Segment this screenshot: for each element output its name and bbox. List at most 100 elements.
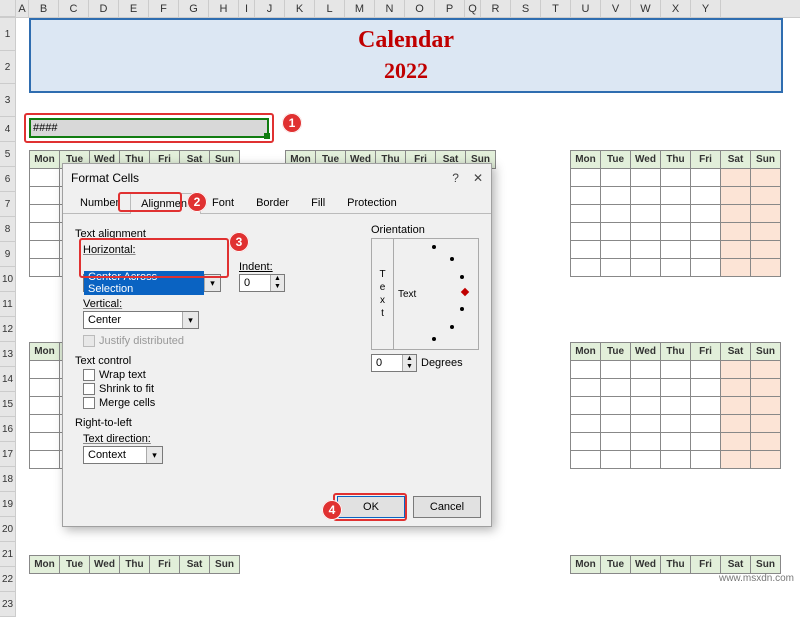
day-cell[interactable] bbox=[721, 361, 751, 379]
col-header[interactable]: W bbox=[631, 0, 661, 17]
spinner-up-icon[interactable]: ▲ bbox=[403, 355, 416, 363]
day-cell[interactable] bbox=[721, 433, 751, 451]
spinner-up-icon[interactable]: ▲ bbox=[271, 275, 284, 283]
tab-number[interactable]: Number bbox=[69, 192, 130, 213]
day-cell[interactable] bbox=[30, 415, 60, 433]
day-cell[interactable] bbox=[631, 241, 661, 259]
row-header[interactable]: 15 bbox=[0, 392, 16, 417]
day-cell[interactable] bbox=[601, 259, 631, 277]
row-header[interactable]: 10 bbox=[0, 267, 16, 292]
day-cell[interactable] bbox=[631, 433, 661, 451]
selected-range[interactable]: #### bbox=[29, 118, 269, 138]
day-cell[interactable] bbox=[631, 259, 661, 277]
day-cell[interactable] bbox=[721, 205, 751, 223]
col-header[interactable]: P bbox=[435, 0, 465, 17]
shrink-to-fit-checkbox[interactable]: Shrink to fit bbox=[83, 383, 479, 395]
help-icon[interactable]: ? bbox=[452, 171, 459, 185]
day-cell[interactable] bbox=[691, 187, 721, 205]
ok-button[interactable]: OK bbox=[337, 496, 405, 518]
day-cell[interactable] bbox=[601, 433, 631, 451]
row-header[interactable]: 4 bbox=[0, 117, 16, 142]
day-cell[interactable] bbox=[661, 187, 691, 205]
row-header[interactable]: 21 bbox=[0, 542, 16, 567]
day-cell[interactable] bbox=[631, 397, 661, 415]
day-cell[interactable] bbox=[571, 205, 601, 223]
day-cell[interactable] bbox=[721, 223, 751, 241]
day-cell[interactable] bbox=[601, 169, 631, 187]
day-cell[interactable] bbox=[691, 433, 721, 451]
row-header[interactable]: 1 bbox=[0, 18, 16, 51]
day-cell[interactable] bbox=[691, 415, 721, 433]
col-header[interactable]: J bbox=[255, 0, 285, 17]
day-cell[interactable] bbox=[721, 187, 751, 205]
day-cell[interactable] bbox=[30, 259, 60, 277]
day-cell[interactable] bbox=[721, 169, 751, 187]
day-cell[interactable] bbox=[601, 397, 631, 415]
col-header[interactable]: L bbox=[315, 0, 345, 17]
col-header[interactable]: A bbox=[16, 0, 29, 17]
day-cell[interactable] bbox=[601, 415, 631, 433]
day-cell[interactable] bbox=[751, 397, 781, 415]
day-cell[interactable] bbox=[571, 379, 601, 397]
day-cell[interactable] bbox=[631, 451, 661, 469]
col-header[interactable]: S bbox=[511, 0, 541, 17]
row-header[interactable]: 8 bbox=[0, 217, 16, 242]
row-header[interactable]: 22 bbox=[0, 567, 16, 592]
col-header[interactable]: Q bbox=[465, 0, 481, 17]
day-cell[interactable] bbox=[601, 205, 631, 223]
spinner-down-icon[interactable]: ▼ bbox=[403, 363, 416, 371]
day-cell[interactable] bbox=[691, 361, 721, 379]
day-cell[interactable] bbox=[601, 361, 631, 379]
day-cell[interactable] bbox=[571, 241, 601, 259]
day-cell[interactable] bbox=[721, 451, 751, 469]
day-cell[interactable] bbox=[571, 223, 601, 241]
day-cell[interactable] bbox=[631, 379, 661, 397]
col-header[interactable]: X bbox=[661, 0, 691, 17]
col-header[interactable]: D bbox=[89, 0, 119, 17]
col-header[interactable]: K bbox=[285, 0, 315, 17]
tab-font[interactable]: Font bbox=[201, 192, 245, 213]
day-cell[interactable] bbox=[601, 187, 631, 205]
day-cell[interactable] bbox=[661, 451, 691, 469]
day-cell[interactable] bbox=[30, 187, 60, 205]
col-header[interactable]: I bbox=[239, 0, 255, 17]
row-header[interactable]: 16 bbox=[0, 417, 16, 442]
month-grid[interactable]: MonTueWedThuFriSatSun bbox=[570, 342, 781, 469]
day-cell[interactable] bbox=[30, 361, 60, 379]
chevron-down-icon[interactable]: ▾ bbox=[146, 447, 162, 463]
col-header[interactable]: V bbox=[601, 0, 631, 17]
day-cell[interactable] bbox=[661, 397, 691, 415]
day-cell[interactable] bbox=[751, 361, 781, 379]
day-cell[interactable] bbox=[601, 223, 631, 241]
day-cell[interactable] bbox=[691, 451, 721, 469]
row-header[interactable]: 9 bbox=[0, 242, 16, 267]
day-cell[interactable] bbox=[691, 223, 721, 241]
row-header[interactable]: 20 bbox=[0, 517, 16, 542]
col-header[interactable]: T bbox=[541, 0, 571, 17]
day-cell[interactable] bbox=[691, 259, 721, 277]
row-header[interactable]: 19 bbox=[0, 492, 16, 517]
tab-fill[interactable]: Fill bbox=[300, 192, 336, 213]
month-grid[interactable]: MonTueWedThuFriSatSun bbox=[570, 150, 781, 277]
day-cell[interactable] bbox=[661, 223, 691, 241]
day-cell[interactable] bbox=[691, 169, 721, 187]
row-header[interactable]: 12 bbox=[0, 317, 16, 342]
col-header[interactable]: H bbox=[209, 0, 239, 17]
day-cell[interactable] bbox=[571, 433, 601, 451]
col-header[interactable]: O bbox=[405, 0, 435, 17]
day-cell[interactable] bbox=[661, 361, 691, 379]
day-cell[interactable] bbox=[721, 379, 751, 397]
day-cell[interactable] bbox=[571, 415, 601, 433]
row-header[interactable]: 6 bbox=[0, 167, 16, 192]
day-cell[interactable] bbox=[631, 361, 661, 379]
calendar-title-cell[interactable]: Calendar 2022 bbox=[29, 18, 783, 93]
tab-border[interactable]: Border bbox=[245, 192, 300, 213]
day-cell[interactable] bbox=[691, 379, 721, 397]
fill-handle[interactable] bbox=[264, 133, 270, 139]
row-header[interactable]: 3 bbox=[0, 84, 16, 117]
day-cell[interactable] bbox=[30, 379, 60, 397]
day-cell[interactable] bbox=[691, 397, 721, 415]
day-cell[interactable] bbox=[601, 451, 631, 469]
row-header[interactable]: 14 bbox=[0, 367, 16, 392]
day-cell[interactable] bbox=[721, 241, 751, 259]
